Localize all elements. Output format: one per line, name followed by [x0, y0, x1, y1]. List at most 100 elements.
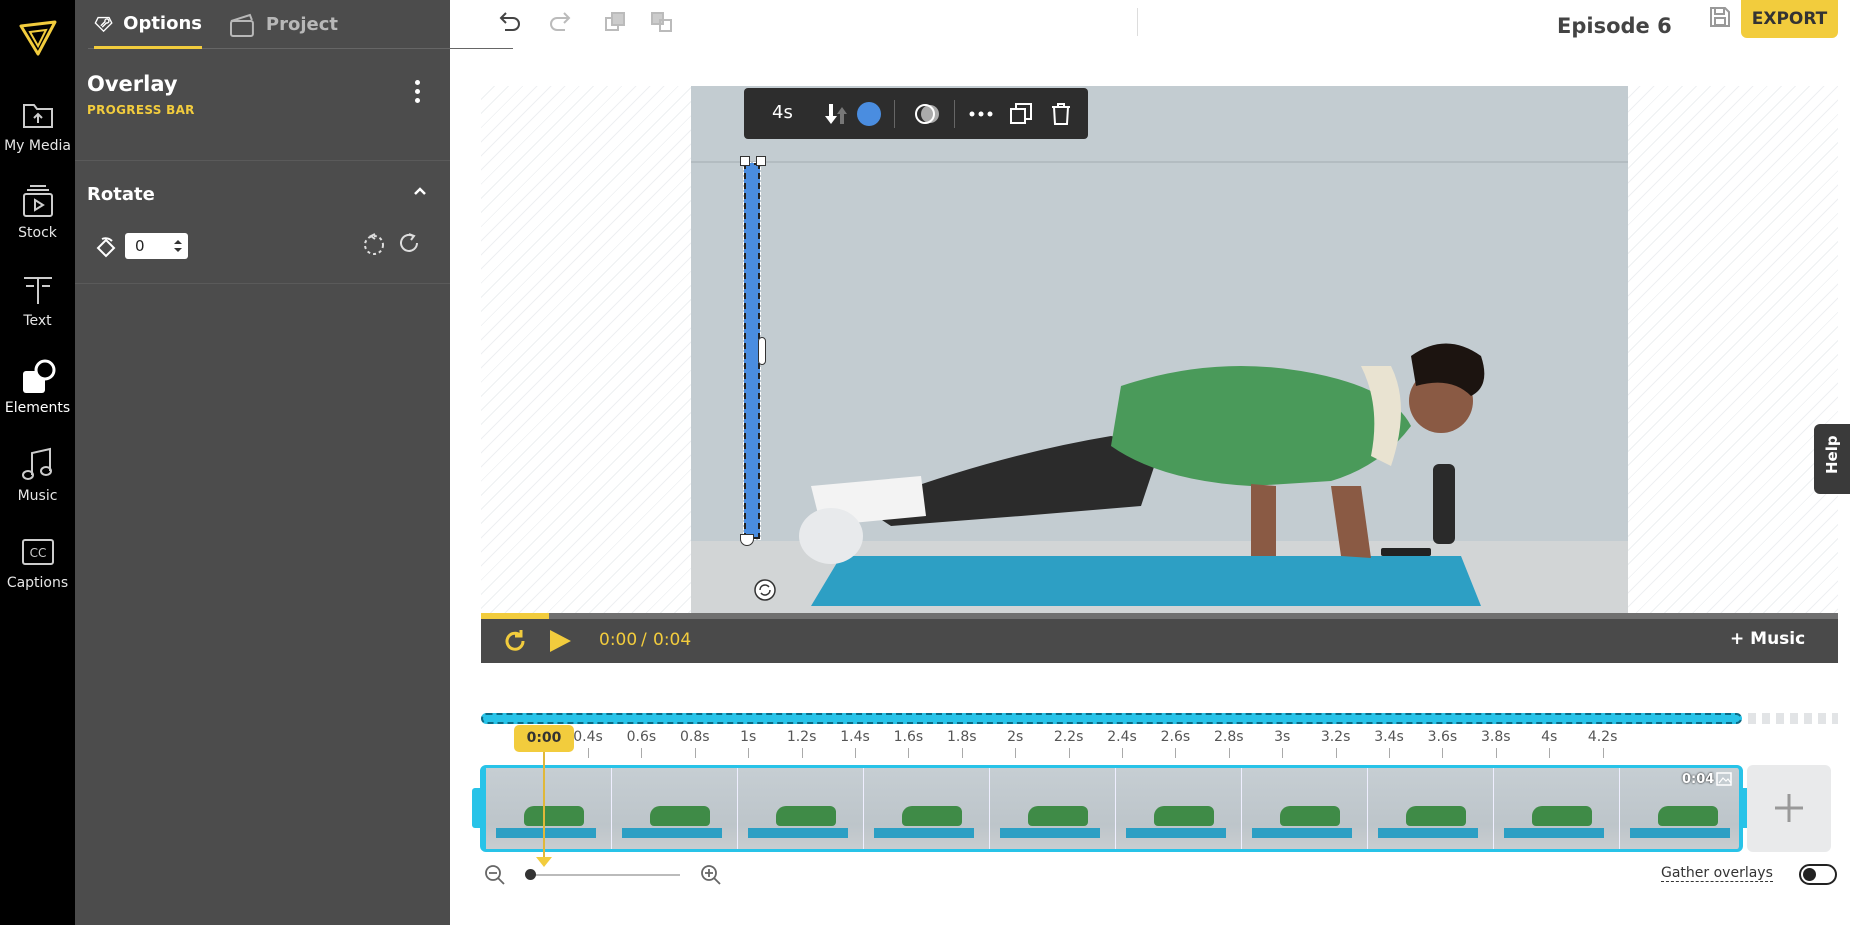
help-tab[interactable]: Help — [1814, 424, 1850, 494]
current-time: 0:00 — [599, 630, 638, 650]
ruler-tick-label: 1s — [740, 729, 757, 745]
redo-icon[interactable] — [548, 8, 576, 36]
playback-progress[interactable] — [481, 613, 1838, 619]
send-backward-icon[interactable] — [648, 8, 676, 36]
undo-icon[interactable] — [494, 8, 522, 36]
ruler-tick — [855, 748, 856, 758]
rail-item-label: Text — [23, 313, 52, 329]
playhead-arrow-icon[interactable] — [536, 857, 552, 867]
clip-trim-handle-left[interactable] — [472, 788, 480, 828]
app-logo[interactable] — [18, 18, 58, 58]
add-clip-button[interactable] — [1747, 765, 1831, 852]
rail-item-my-media[interactable]: My Media — [0, 95, 75, 175]
chevron-up-icon[interactable] — [412, 183, 428, 199]
save-icon[interactable] — [1707, 4, 1733, 30]
clip-thumbnail — [1242, 768, 1368, 849]
rail-item-label: My Media — [4, 138, 71, 154]
export-button[interactable]: EXPORT — [1741, 0, 1838, 38]
tab-options[interactable]: Options — [94, 0, 202, 49]
rotate-section-title: Rotate — [87, 184, 155, 205]
toolbar-divider — [954, 100, 955, 128]
rotate-angle-input[interactable]: 0 — [125, 233, 188, 259]
zoom-slider-track[interactable] — [527, 874, 680, 876]
playhead-time-label[interactable]: 0:00 — [514, 725, 574, 752]
bring-forward-icon[interactable] — [602, 8, 630, 36]
stepper-arrows-icon[interactable] — [174, 238, 182, 254]
rotate-left-icon[interactable] — [361, 231, 387, 257]
wrench-icon — [94, 16, 113, 33]
ruler-tick-label: 3.8s — [1481, 729, 1511, 745]
rotate-reset-icon[interactable] — [93, 235, 119, 261]
playhead-line[interactable] — [543, 752, 545, 860]
ruler-tick-label: 0.4s — [573, 729, 603, 745]
trash-icon[interactable] — [1048, 101, 1074, 127]
ruler-tick — [1602, 748, 1604, 758]
rail-item-label: Elements — [4, 400, 71, 416]
ruler-tick — [1228, 748, 1230, 758]
music-note-icon — [21, 447, 52, 480]
ruler-tick-label: 1.4s — [840, 729, 870, 745]
ruler-tick-label: 4s — [1541, 729, 1558, 745]
project-title[interactable]: Episode 6 — [1557, 14, 1672, 38]
play-icon[interactable] — [547, 627, 573, 655]
color-swatch-icon[interactable] — [856, 101, 882, 127]
element-duration[interactable]: 4s — [772, 102, 793, 123]
ruler-tick-label: 2.4s — [1107, 729, 1137, 745]
resize-handle[interactable] — [758, 337, 766, 365]
element-toolbar: 4s — [744, 88, 1088, 139]
ruler-tick-label: 1.2s — [786, 729, 817, 745]
zoom-out-icon[interactable] — [484, 864, 506, 886]
video-canvas[interactable] — [691, 86, 1628, 613]
rail-item-stock[interactable]: Stock — [0, 182, 75, 262]
ruler-tick-label: 2.6s — [1160, 729, 1191, 745]
add-music-button[interactable]: + Music — [1730, 629, 1805, 649]
zoom-in-icon[interactable] — [700, 864, 722, 886]
overlay-track-bar[interactable] — [481, 713, 1742, 724]
rotate-handle-icon[interactable] — [754, 579, 776, 601]
replay-icon[interactable] — [501, 627, 529, 655]
resize-handle[interactable] — [740, 156, 750, 166]
more-horizontal-icon[interactable] — [968, 101, 994, 127]
ruler-tick — [1122, 748, 1123, 758]
rail-item-label: Stock — [18, 225, 57, 241]
total-time: 0:04 — [653, 630, 692, 650]
toolbar-divider — [1137, 8, 1138, 36]
gather-overlays-label[interactable]: Gather overlays — [1661, 865, 1773, 882]
track-empty-area — [1748, 713, 1838, 724]
resize-handle[interactable] — [756, 156, 766, 166]
ruler-tick-label: 2s — [1007, 729, 1024, 745]
rail-item-captions[interactable]: CC Captions — [0, 532, 75, 612]
rail-item-elements[interactable]: Elements — [0, 357, 75, 437]
ruler-tick-label: 0.6s — [626, 729, 657, 745]
zoom-slider-knob[interactable] — [525, 869, 536, 880]
tab-options-label: Options — [123, 12, 202, 34]
rail-item-text[interactable]: Text — [0, 270, 75, 350]
ruler-tick — [694, 748, 696, 758]
rotate-angle-value: 0 — [135, 237, 145, 255]
ruler-tick — [748, 748, 750, 758]
ruler-tick-label: 4.2s — [1587, 729, 1618, 745]
image-icon — [1716, 772, 1732, 786]
top-bar: Episode 6 — [450, 0, 1850, 50]
rail-item-label: Captions — [6, 575, 69, 591]
duplicate-icon[interactable] — [1008, 101, 1034, 127]
text-icon — [23, 277, 52, 304]
tab-project[interactable]: Project — [228, 0, 338, 49]
ruler-tick-label: 2.2s — [1053, 729, 1084, 745]
gather-overlays-toggle[interactable] — [1799, 864, 1837, 885]
timeline-ruler[interactable]: 0.4s 0.6s 0.8s 1s 1.2s 1.4s 1.6s 1.8s 2s 2.2s 2.4s… — [481, 729, 1838, 759]
ruler-tick-label: 3s — [1274, 729, 1291, 745]
opacity-icon[interactable] — [914, 101, 940, 127]
ruler-tick-label: 3.4s — [1374, 729, 1404, 745]
layer-order-icon[interactable] — [822, 101, 848, 127]
ruler-tick — [641, 748, 643, 758]
rotate-right-icon[interactable] — [397, 231, 423, 257]
ruler-tick — [588, 748, 589, 758]
rail-item-music[interactable]: Music — [0, 445, 75, 525]
captions-cc-icon: CC — [21, 539, 54, 565]
ruler-tick — [1068, 748, 1070, 758]
options-panel: Options Project Overlay PROGRESS BAR Rot… — [75, 0, 513, 925]
more-options-icon[interactable] — [410, 80, 424, 110]
ruler-tick-label: 3.6s — [1427, 729, 1458, 745]
video-clip[interactable] — [480, 765, 1743, 852]
